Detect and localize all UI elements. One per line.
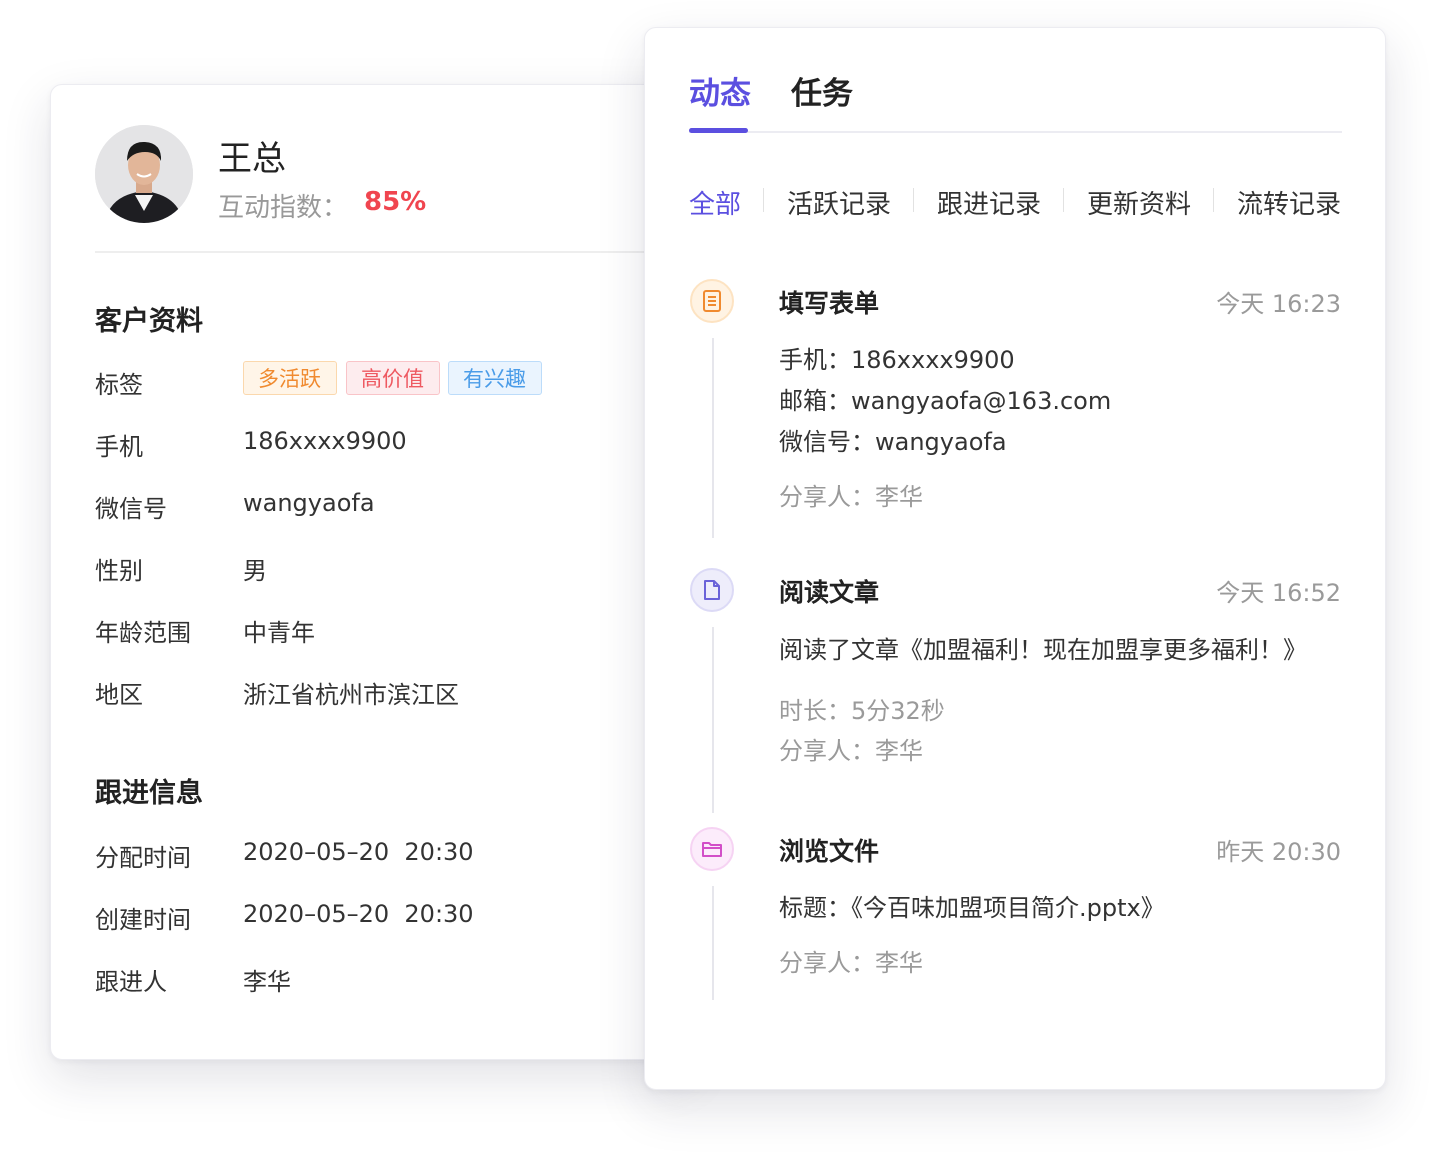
filter-activity-records[interactable]: 活跃记录 (787, 184, 891, 221)
event-sharer: 分享人：李华 (779, 483, 923, 511)
filter-separator (913, 188, 914, 212)
wechat-label: 微信号 (95, 495, 167, 523)
gender-label: 性别 (95, 557, 143, 585)
avatar (95, 125, 193, 223)
timeline-connector (712, 886, 714, 1000)
age-range-label: 年龄范围 (95, 619, 191, 647)
event-duration: 时长：5分32秒 (779, 697, 945, 725)
filter-followup-records[interactable]: 跟进记录 (937, 184, 1041, 221)
event-title: 填写表单 (779, 289, 880, 318)
event-detail: 邮箱：wangyaofa@163.com (779, 387, 1112, 415)
follower-value: 李华 (243, 968, 291, 996)
event-time: 今天 16:52 (1216, 579, 1341, 607)
timeline-connector (712, 338, 714, 538)
tag-high-value: 高价值 (346, 361, 440, 395)
timeline-connector (712, 627, 714, 813)
tab-tasks[interactable]: 任务 (791, 68, 853, 113)
interaction-score-value: 85% (364, 187, 427, 217)
phone-value: 186xxxx9900 (243, 427, 407, 455)
event-detail: 微信号：wangyaofa (779, 428, 1007, 456)
event-time: 昨天 20:30 (1216, 838, 1341, 866)
created-time-label: 创建时间 (95, 906, 191, 934)
region-label: 地区 (95, 681, 143, 709)
phone-label: 手机 (95, 433, 143, 461)
event-detail: 阅读了文章《加盟福利！现在加盟享更多福利！》 (779, 636, 1307, 664)
active-tab-indicator (689, 128, 748, 133)
customer-info-title: 客户资料 (95, 306, 203, 337)
follow-info-title: 跟进信息 (95, 778, 203, 809)
interaction-score-label: 互动指数： (218, 193, 349, 223)
filter-separator (1063, 188, 1064, 212)
filter-transfer-records[interactable]: 流转记录 (1237, 184, 1341, 221)
event-sharer: 分享人：李华 (779, 949, 923, 977)
tab-divider (689, 131, 1342, 133)
assigned-time-label: 分配时间 (95, 844, 191, 872)
event-detail: 手机：186xxxx9900 (779, 346, 1015, 374)
region-value: 浙江省杭州市滨江区 (243, 681, 459, 709)
event-sharer: 分享人：李华 (779, 737, 923, 765)
age-range-value: 中青年 (243, 619, 315, 647)
event-time: 今天 16:23 (1216, 290, 1341, 318)
event-title: 阅读文章 (779, 578, 880, 607)
activity-card: 动态 任务 全部 活跃记录 跟进记录 更新资料 流转记录 填写表单 今天 16:… (644, 27, 1386, 1090)
tags-label: 标签 (95, 371, 143, 399)
wechat-value: wangyaofa (243, 489, 375, 517)
filter-separator (1213, 188, 1214, 212)
customer-name: 王总 (218, 139, 286, 179)
filter-profile-updates[interactable]: 更新资料 (1087, 184, 1191, 221)
gender-value: 男 (243, 557, 267, 585)
profile-divider (95, 251, 655, 253)
tag-active: 多活跃 (243, 361, 337, 395)
follower-label: 跟进人 (95, 968, 167, 996)
customer-profile-card: 王总 互动指数： 85% 客户资料 标签 多活跃 高价值 有兴趣 手机 186x… (50, 84, 690, 1060)
filter-all[interactable]: 全部 (689, 184, 741, 221)
event-title: 浏览文件 (779, 837, 880, 866)
filter-separator (763, 188, 764, 212)
document-icon (690, 568, 734, 612)
folder-icon (690, 827, 734, 871)
event-detail: 标题：《今百味加盟项目简介.pptx》 (779, 894, 1165, 922)
assigned-time-value: 2020–05–20 20:30 (243, 838, 474, 866)
tab-activity[interactable]: 动态 (689, 68, 751, 113)
created-time-value: 2020–05–20 20:30 (243, 900, 474, 928)
form-icon (690, 279, 734, 323)
tag-interested: 有兴趣 (448, 361, 542, 395)
